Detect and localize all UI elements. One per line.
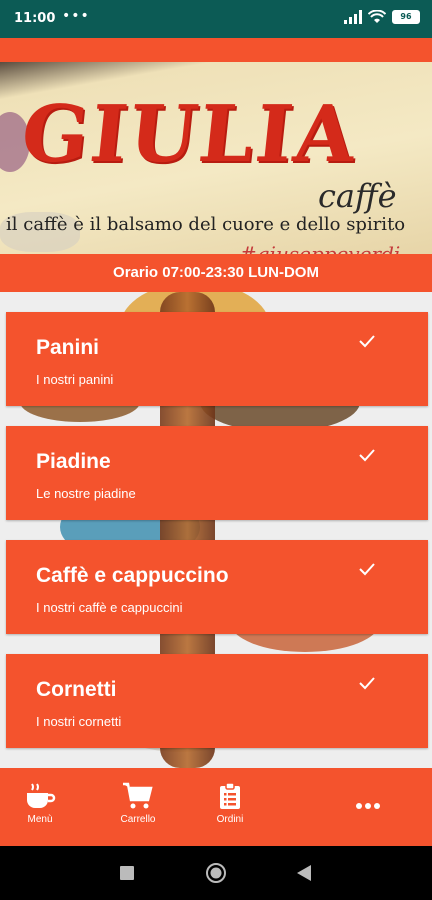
app-screen: GIULIA caffè il caffè è il balsamo del c… (0, 38, 432, 846)
category-title: Panini (36, 336, 100, 359)
category-title: Cornetti (36, 678, 117, 701)
check-icon (359, 449, 375, 462)
category-title: Piadine (36, 450, 111, 473)
brand-hashtag: #giuseppeverdi (240, 242, 401, 254)
status-time: 11:00 (14, 11, 56, 26)
brand-caffe-text: caffè (318, 177, 397, 215)
nav-cart[interactable]: Carrello (98, 768, 178, 846)
status-icons: 96 (344, 10, 420, 24)
status-bar: 11:00 ••• 96 (0, 0, 432, 38)
check-icon (359, 335, 375, 348)
cart-icon (123, 782, 153, 809)
top-accent-bar (0, 38, 432, 62)
category-subtitle: I nostri panini (36, 372, 114, 387)
notification-dots: ••• (62, 8, 90, 24)
category-card-caffe[interactable]: Caffè e cappuccino I nostri caffè e capp… (6, 540, 428, 634)
wifi-icon (368, 10, 386, 23)
opening-hours: Orario 07:00-23:30 LUN-DOM (0, 254, 432, 292)
category-subtitle: I nostri cornetti (36, 714, 122, 729)
category-card-piadine[interactable]: Piadine Le nostre piadine (6, 426, 428, 520)
header-banner-image: GIULIA caffè il caffè è il balsamo del c… (0, 62, 432, 254)
category-subtitle: I nostri caffè e cappuccini (36, 600, 183, 615)
signal-icon (344, 10, 362, 24)
category-card-cornetti[interactable]: Cornetti I nostri cornetti (6, 654, 428, 748)
home-icon[interactable] (205, 862, 227, 884)
nav-orders[interactable]: Ordini (190, 768, 270, 846)
brand-logo: GIULIA (17, 89, 362, 180)
brand-motto: il caffè è il balsamo del cuore e dello … (6, 214, 406, 235)
nav-label: Carrello (120, 814, 156, 825)
category-card-panini[interactable]: Panini I nostri panini (6, 312, 428, 406)
clipboard-icon (220, 782, 240, 809)
back-icon[interactable] (297, 865, 311, 881)
more-dots-icon (356, 803, 380, 809)
coffee-cup-icon (27, 783, 56, 808)
recent-apps-icon[interactable] (120, 866, 134, 880)
category-subtitle: Le nostre piadine (36, 486, 136, 501)
nav-more[interactable] (328, 768, 408, 846)
bottom-navigation: Menù Carrello Ordini (0, 768, 432, 846)
battery-icon: 96 (392, 10, 420, 24)
system-navigation-bar (0, 846, 432, 900)
nav-label: Menù (27, 814, 53, 825)
check-icon (359, 677, 375, 690)
nav-label: Ordini (216, 814, 244, 825)
check-icon (359, 563, 375, 576)
nav-menu[interactable]: Menù (0, 768, 80, 846)
category-title: Caffè e cappuccino (36, 564, 229, 587)
